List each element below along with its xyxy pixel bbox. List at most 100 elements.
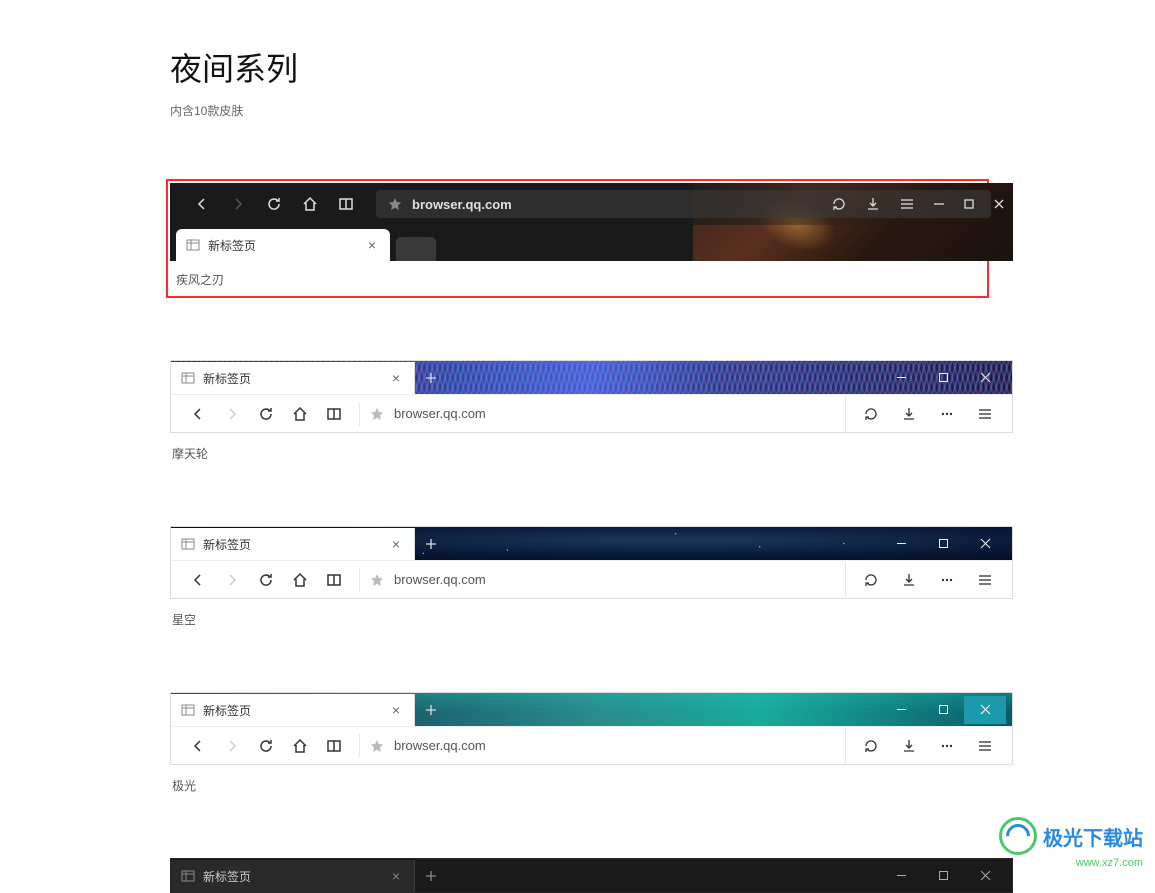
toolbar-right (845, 728, 1002, 764)
tab-close-icon[interactable]: × (388, 536, 404, 552)
undo-button[interactable] (854, 728, 888, 764)
undo-button[interactable] (854, 396, 888, 432)
url-text: browser.qq.com (394, 738, 486, 753)
active-tab[interactable]: 新标签页 × (171, 528, 415, 560)
window-controls (831, 183, 1005, 225)
maximize-button[interactable] (922, 530, 964, 558)
new-tab-button[interactable] (415, 860, 447, 892)
toolbar-right (845, 396, 1002, 432)
reader-button[interactable] (317, 396, 351, 432)
theme-preview: 新标签页 × browser.qq.com (170, 526, 1013, 599)
tab-label: 新标签页 (203, 536, 388, 553)
home-button[interactable] (292, 186, 328, 222)
watermark: 极光下载站 www.xz7.com (999, 817, 1143, 869)
reader-button[interactable] (317, 728, 351, 764)
reader-button[interactable] (317, 562, 351, 598)
back-button[interactable] (181, 728, 215, 764)
back-button[interactable] (181, 562, 215, 598)
minimize-button[interactable] (933, 198, 945, 210)
close-button[interactable] (964, 364, 1006, 392)
bookmark-star-icon[interactable] (370, 739, 384, 753)
menu-button[interactable] (899, 196, 915, 212)
browser-toolbar: browser.qq.com (171, 394, 1012, 432)
new-tab-button[interactable] (415, 362, 447, 394)
forward-button[interactable] (215, 728, 249, 764)
tab-close-icon[interactable]: × (388, 370, 404, 386)
back-button[interactable] (184, 186, 220, 222)
more-button[interactable] (930, 728, 964, 764)
theme-card[interactable]: 新标签页 × browser.qq.com (170, 692, 985, 794)
maximize-button[interactable] (922, 862, 964, 890)
minimize-button[interactable] (880, 696, 922, 724)
browser-toolbar: browser.qq.com (171, 726, 1012, 764)
tab-close-icon[interactable]: × (388, 868, 404, 884)
refresh-button[interactable] (249, 728, 283, 764)
minimize-button[interactable] (880, 364, 922, 392)
theme-preview: 新标签页 × browser.qq.com (170, 692, 1013, 765)
refresh-button[interactable] (249, 396, 283, 432)
active-tab[interactable]: 新标签页 × (171, 694, 415, 726)
tab-close-icon[interactable]: × (364, 237, 380, 253)
window-controls (880, 859, 1006, 892)
maximize-button[interactable] (922, 696, 964, 724)
reader-button[interactable] (328, 186, 364, 222)
forward-button[interactable] (215, 562, 249, 598)
forward-button[interactable] (220, 186, 256, 222)
new-tab-button[interactable] (415, 694, 447, 726)
more-button[interactable] (930, 562, 964, 598)
refresh-button[interactable] (256, 186, 292, 222)
tab-grid-icon (181, 703, 195, 717)
undo-button[interactable] (854, 562, 888, 598)
active-tab[interactable]: 新标签页 × (176, 229, 390, 261)
download-button[interactable] (892, 562, 926, 598)
tab-label: 新标签页 (203, 370, 388, 387)
minimize-button[interactable] (880, 530, 922, 558)
theme-card[interactable]: 新标签页 × (170, 858, 985, 893)
undo-button[interactable] (831, 196, 847, 212)
theme-name: 极光 (170, 777, 985, 794)
bookmark-star-icon[interactable] (370, 573, 384, 587)
close-button[interactable] (964, 530, 1006, 558)
close-button[interactable] (964, 696, 1006, 724)
refresh-button[interactable] (249, 562, 283, 598)
download-button[interactable] (892, 728, 926, 764)
tab-close-icon[interactable]: × (388, 702, 404, 718)
new-tab-button[interactable] (415, 528, 447, 560)
maximize-button[interactable] (963, 198, 975, 210)
menu-button[interactable] (968, 728, 1002, 764)
minimize-button[interactable] (880, 862, 922, 890)
download-button[interactable] (892, 396, 926, 432)
theme-card[interactable]: 新标签页 × browser.qq.com (170, 526, 985, 628)
back-button[interactable] (181, 396, 215, 432)
window-controls (880, 361, 1006, 394)
theme-card[interactable]: 新标签页 × browser.qq.com (170, 360, 985, 462)
tab-bar: 新标签页 × (171, 527, 1012, 560)
theme-preview: 新标签页 × (170, 858, 1013, 893)
menu-button[interactable] (968, 396, 1002, 432)
address-bar[interactable]: browser.qq.com (359, 402, 845, 426)
tab-bar: 新标签页 × (171, 693, 1012, 726)
bookmark-star-icon[interactable] (370, 407, 384, 421)
home-button[interactable] (283, 728, 317, 764)
address-bar[interactable]: browser.qq.com (359, 734, 845, 758)
bookmark-star-icon[interactable] (388, 197, 402, 211)
tab-grid-icon (181, 371, 195, 385)
address-bar[interactable]: browser.qq.com (359, 568, 845, 592)
menu-button[interactable] (968, 562, 1002, 598)
inactive-tab[interactable] (396, 237, 436, 261)
close-button[interactable] (993, 198, 1005, 210)
more-button[interactable] (930, 396, 964, 432)
theme-preview: 新标签页 × browser.qq.com (170, 360, 1013, 433)
tab-grid-icon (186, 238, 200, 252)
download-button[interactable] (865, 196, 881, 212)
forward-button[interactable] (215, 396, 249, 432)
url-text: browser.qq.com (394, 406, 486, 421)
url-text: browser.qq.com (412, 197, 512, 212)
maximize-button[interactable] (922, 364, 964, 392)
page-subtitle: 内含10款皮肤 (170, 102, 985, 119)
home-button[interactable] (283, 396, 317, 432)
home-button[interactable] (283, 562, 317, 598)
active-tab[interactable]: 新标签页 × (171, 362, 415, 394)
active-tab[interactable]: 新标签页 × (171, 860, 415, 892)
theme-card-highlighted[interactable]: browser.qq.com 新标签页 × 疾风之刃 (166, 179, 989, 298)
